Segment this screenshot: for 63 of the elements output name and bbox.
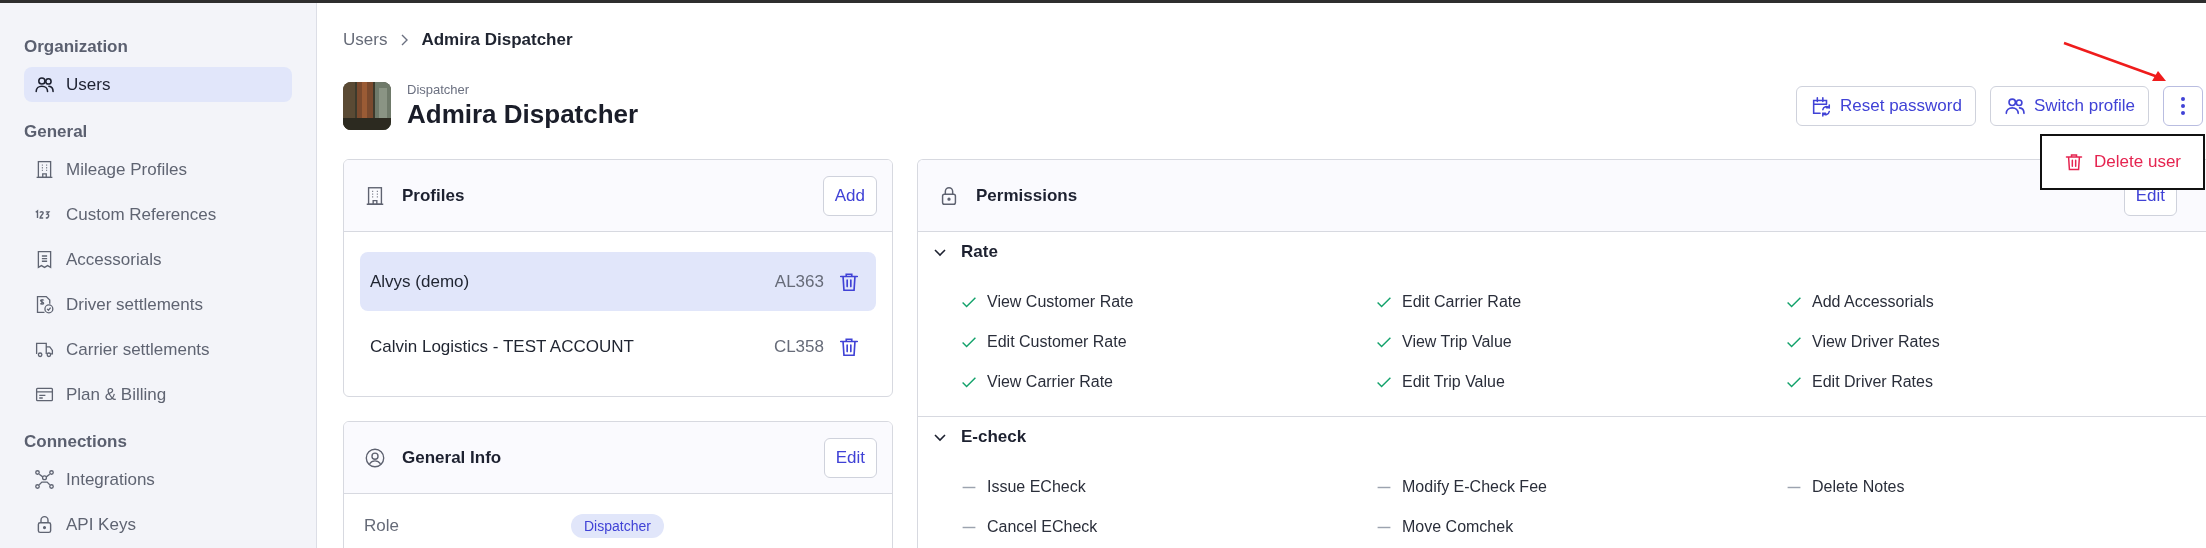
section-heading: Organization — [24, 36, 129, 58]
trash-icon — [2064, 152, 2085, 172]
field-label: Role — [364, 516, 400, 536]
group-toggle[interactable]: Rate — [918, 232, 2206, 272]
profile-name: Calvin Logistics - TEST ACCOUNT — [370, 336, 635, 357]
role-tag: Dispatcher — [571, 514, 664, 538]
profile-name: Alvys (demo) — [370, 271, 471, 292]
action-button[interactable]: Switch profile — [1989, 86, 2149, 126]
sidebar-item[interactable]: Accessorials — [24, 242, 292, 277]
sidebar-item[interactable]: API Keys — [24, 507, 292, 542]
action-button[interactable]: Reset password — [1796, 86, 1976, 126]
permission-label: Add Accessorials — [1812, 293, 1934, 311]
network-icon — [34, 469, 55, 490]
breadcrumb-item[interactable]: Users — [343, 30, 388, 50]
sidebar-item[interactable]: Custom References — [24, 197, 292, 232]
permission-label: View Driver Rates — [1812, 333, 1940, 351]
delete-button[interactable] — [838, 335, 860, 358]
profile-row[interactable]: Alvys (demo) AL363 — [360, 252, 876, 311]
delete-button[interactable] — [838, 270, 860, 293]
permission-label: Edit Carrier Rate — [1402, 293, 1522, 311]
permission-label: Delete Notes — [1812, 478, 1905, 496]
group-toggle[interactable]: E-check — [918, 417, 2206, 457]
profile-row[interactable]: Calvin Logistics - TEST ACCOUNT CL358 — [360, 317, 876, 376]
edit-button[interactable]: Edit — [823, 437, 877, 478]
add-button[interactable]: Add — [822, 175, 877, 216]
sidebar-item[interactable]: Users — [24, 67, 292, 102]
users-icon — [2003, 95, 2026, 117]
permission-label: Edit Trip Value — [1402, 373, 1505, 391]
more-button[interactable] — [2163, 86, 2203, 126]
user-role: Dispatcher — [407, 82, 471, 97]
profile-code: AL363 — [774, 271, 824, 292]
sidebar-item[interactable]: Plan & Billing — [24, 377, 292, 412]
calendar-refresh-icon — [1810, 95, 1832, 117]
user-circle-icon — [364, 446, 386, 469]
trash-icon — [838, 335, 860, 358]
chevron-right-icon — [399, 32, 410, 48]
permission-label: Modify E-Check Fee — [1402, 478, 1547, 496]
card-title: Permissions — [976, 185, 1078, 206]
sidebar-item[interactable]: Carrier settlements — [24, 332, 292, 367]
section-heading: Connections — [24, 431, 128, 453]
building-icon — [364, 184, 386, 207]
permission-label: Issue ECheck — [987, 478, 1086, 496]
permission-label: View Trip Value — [1402, 333, 1512, 351]
dollar-document-icon — [34, 294, 55, 315]
sidebar-item[interactable]: Mileage Profiles — [24, 152, 292, 187]
permission-label: View Carrier Rate — [987, 373, 1113, 391]
sidebar-item[interactable]: Integrations — [24, 462, 292, 497]
card-title: General Info — [402, 447, 502, 468]
breadcrumb-item: Admira Dispatcher — [421, 30, 573, 50]
profile-code: CL358 — [773, 336, 824, 357]
permission-label: Edit Driver Rates — [1812, 373, 1933, 391]
more-icon — [2180, 96, 2186, 116]
permission-label: Edit Customer Rate — [987, 333, 1127, 351]
building-icon — [34, 159, 55, 180]
sidebar-item[interactable]: Driver settlements — [24, 287, 292, 322]
card-title: Profiles — [402, 185, 465, 206]
permission-label: View Customer Rate — [987, 293, 1134, 311]
users-icon — [34, 74, 55, 95]
trash-icon — [838, 270, 860, 293]
user-name: Admira Dispatcher — [407, 99, 639, 130]
section-heading: General — [24, 121, 89, 143]
permission-label: Move Comchek — [1402, 518, 1514, 536]
permission-label: Cancel ECheck — [987, 518, 1098, 536]
